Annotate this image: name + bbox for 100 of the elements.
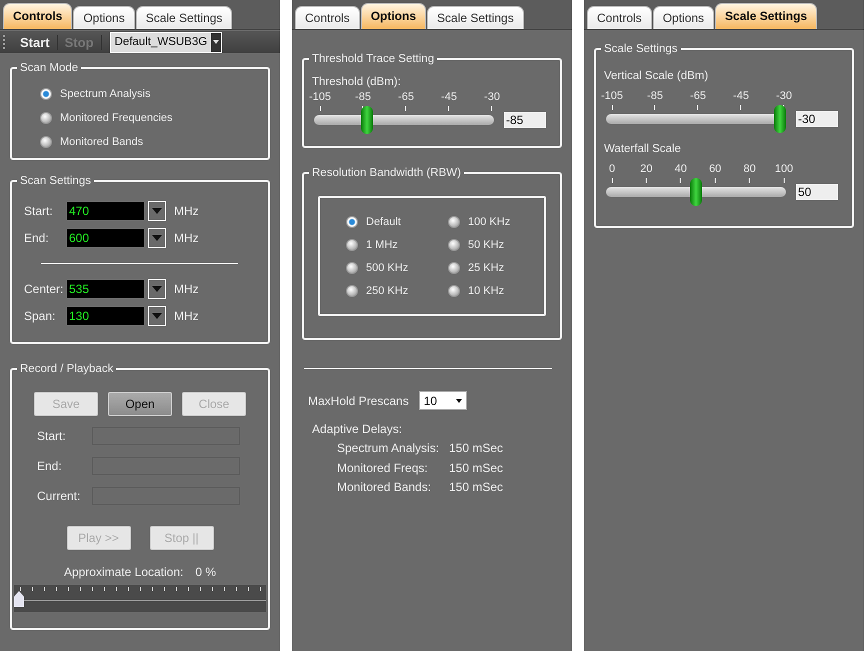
field-label: MaxHold Prescans (308, 394, 409, 408)
slider-thumb[interactable] (690, 178, 702, 206)
tick-label: -105 (308, 91, 332, 104)
tab[interactable]: Options (360, 3, 426, 29)
slider[interactable] (606, 178, 786, 206)
location-value: 0 % (195, 565, 216, 579)
radio-button[interactable] (448, 238, 460, 250)
tab[interactable]: Controls (3, 3, 72, 29)
field-label: Span: (24, 309, 56, 323)
radio-label[interactable]: 500 KHz (366, 262, 408, 274)
tick-mark (646, 178, 647, 183)
prescans-dropdown[interactable]: 10 (418, 391, 467, 410)
dropdown-button[interactable] (148, 279, 166, 299)
slider-label: Threshold (dBm): (312, 76, 402, 88)
tab[interactable]: Controls (587, 6, 652, 29)
tick-label: -45 (441, 91, 457, 104)
tick-label: 100 (774, 163, 794, 176)
tick-label: 40 (674, 163, 687, 176)
slider-thumb[interactable] (774, 105, 786, 133)
frequency-field[interactable]: 600 (67, 229, 144, 247)
field-label: Center: (24, 282, 64, 296)
radio-label[interactable]: 50 KHz (468, 238, 504, 250)
tick-mark (714, 178, 716, 183)
radio-label[interactable]: 10 KHz (468, 284, 504, 296)
tab[interactable]: Scale Settings (136, 6, 232, 29)
radio-button[interactable] (448, 216, 460, 228)
caret-icon (213, 40, 220, 44)
delay-label: Monitored Freqs: (337, 460, 429, 476)
dropdown-button[interactable] (148, 228, 166, 248)
dropdown-button[interactable] (148, 306, 166, 326)
frequency-field[interactable]: 470 (67, 202, 144, 220)
value-field[interactable]: -30 (796, 111, 838, 127)
group-title: Record / Playback (17, 361, 116, 377)
value-field[interactable]: -85 (504, 112, 546, 128)
radio-label[interactable]: Monitored Frequencies (60, 112, 173, 124)
radio-label[interactable]: Default (366, 216, 401, 228)
delay-label: Spectrum Analysis: (337, 441, 440, 457)
button[interactable]: Open (108, 392, 172, 416)
slider-thumb[interactable] (14, 591, 24, 607)
location-label: Approximate Location: (64, 565, 184, 579)
location-slider[interactable] (14, 585, 266, 612)
field-label: Current: (37, 489, 82, 503)
tick-label: 20 (640, 163, 653, 176)
slider-label: Waterfall Scale (604, 143, 682, 155)
group-title: Scan Settings (17, 173, 94, 189)
caret-icon (152, 208, 162, 214)
toolbar-button[interactable]: Start (13, 34, 58, 50)
radio-button[interactable] (40, 112, 52, 124)
radio-label[interactable]: 25 KHz (468, 262, 504, 274)
radio-label[interactable]: 1 MHz (366, 238, 398, 250)
field-label: Start: (37, 429, 67, 443)
delay-value: 150 mSec (449, 441, 504, 457)
tab[interactable]: Options (73, 6, 135, 29)
profile-dropdown[interactable]: Default_WSUB3G (110, 32, 222, 52)
slider-label: Vertical Scale (dBm) (604, 70, 710, 82)
tab[interactable]: Scale Settings (715, 3, 818, 29)
section-label: Adaptive Delays: (312, 422, 404, 438)
group-title: Resolution Bandwidth (RBW) (309, 165, 464, 181)
delay-value: 150 mSec (449, 460, 504, 476)
tick-label: -85 (647, 90, 663, 103)
unit-label: MHz (174, 309, 199, 323)
field-label: End: (24, 231, 50, 245)
slider-thumb[interactable] (361, 106, 374, 134)
radio-button[interactable] (40, 88, 52, 100)
tick-label: -30 (484, 91, 500, 104)
tick-mark (680, 178, 682, 183)
value-field[interactable]: 50 (796, 184, 838, 200)
radio-button[interactable] (346, 262, 358, 274)
tab[interactable]: Options (652, 6, 714, 29)
dropdown-button[interactable] (148, 201, 166, 221)
field-label: End: (37, 459, 63, 473)
radio-button[interactable] (448, 262, 460, 274)
unit-label: MHz (174, 282, 199, 296)
unit-label: MHz (174, 231, 199, 245)
slider[interactable] (606, 105, 786, 133)
radio-label[interactable]: Monitored Bands (60, 136, 144, 148)
group-title: Threshold Trace Setting (309, 51, 438, 67)
field-label: Start: (24, 204, 54, 218)
caret-icon (152, 313, 162, 319)
radio-button[interactable] (40, 136, 52, 148)
frequency-field[interactable]: 130 (67, 307, 144, 325)
radio-button[interactable] (346, 216, 358, 228)
tick-label: -65 (398, 91, 414, 104)
tick-mark (448, 106, 450, 111)
caret-icon (152, 286, 162, 292)
group-title: Scale Settings (601, 41, 681, 57)
radio-label[interactable]: 250 KHz (366, 284, 408, 296)
radio-label[interactable]: 100 KHz (468, 216, 510, 228)
slider[interactable] (314, 106, 494, 134)
radio-label[interactable]: Spectrum Analysis (60, 88, 150, 100)
tick-label: -30 (776, 90, 792, 103)
tab[interactable]: Scale Settings (427, 6, 524, 29)
tick-mark (740, 105, 742, 110)
tick-label: 0 (608, 163, 616, 176)
tab[interactable]: Controls (295, 6, 360, 29)
radio-button[interactable] (448, 284, 460, 296)
radio-button[interactable] (346, 238, 358, 250)
tick-label: -45 (733, 90, 749, 103)
radio-button[interactable] (346, 284, 358, 296)
frequency-field[interactable]: 535 (67, 280, 144, 298)
